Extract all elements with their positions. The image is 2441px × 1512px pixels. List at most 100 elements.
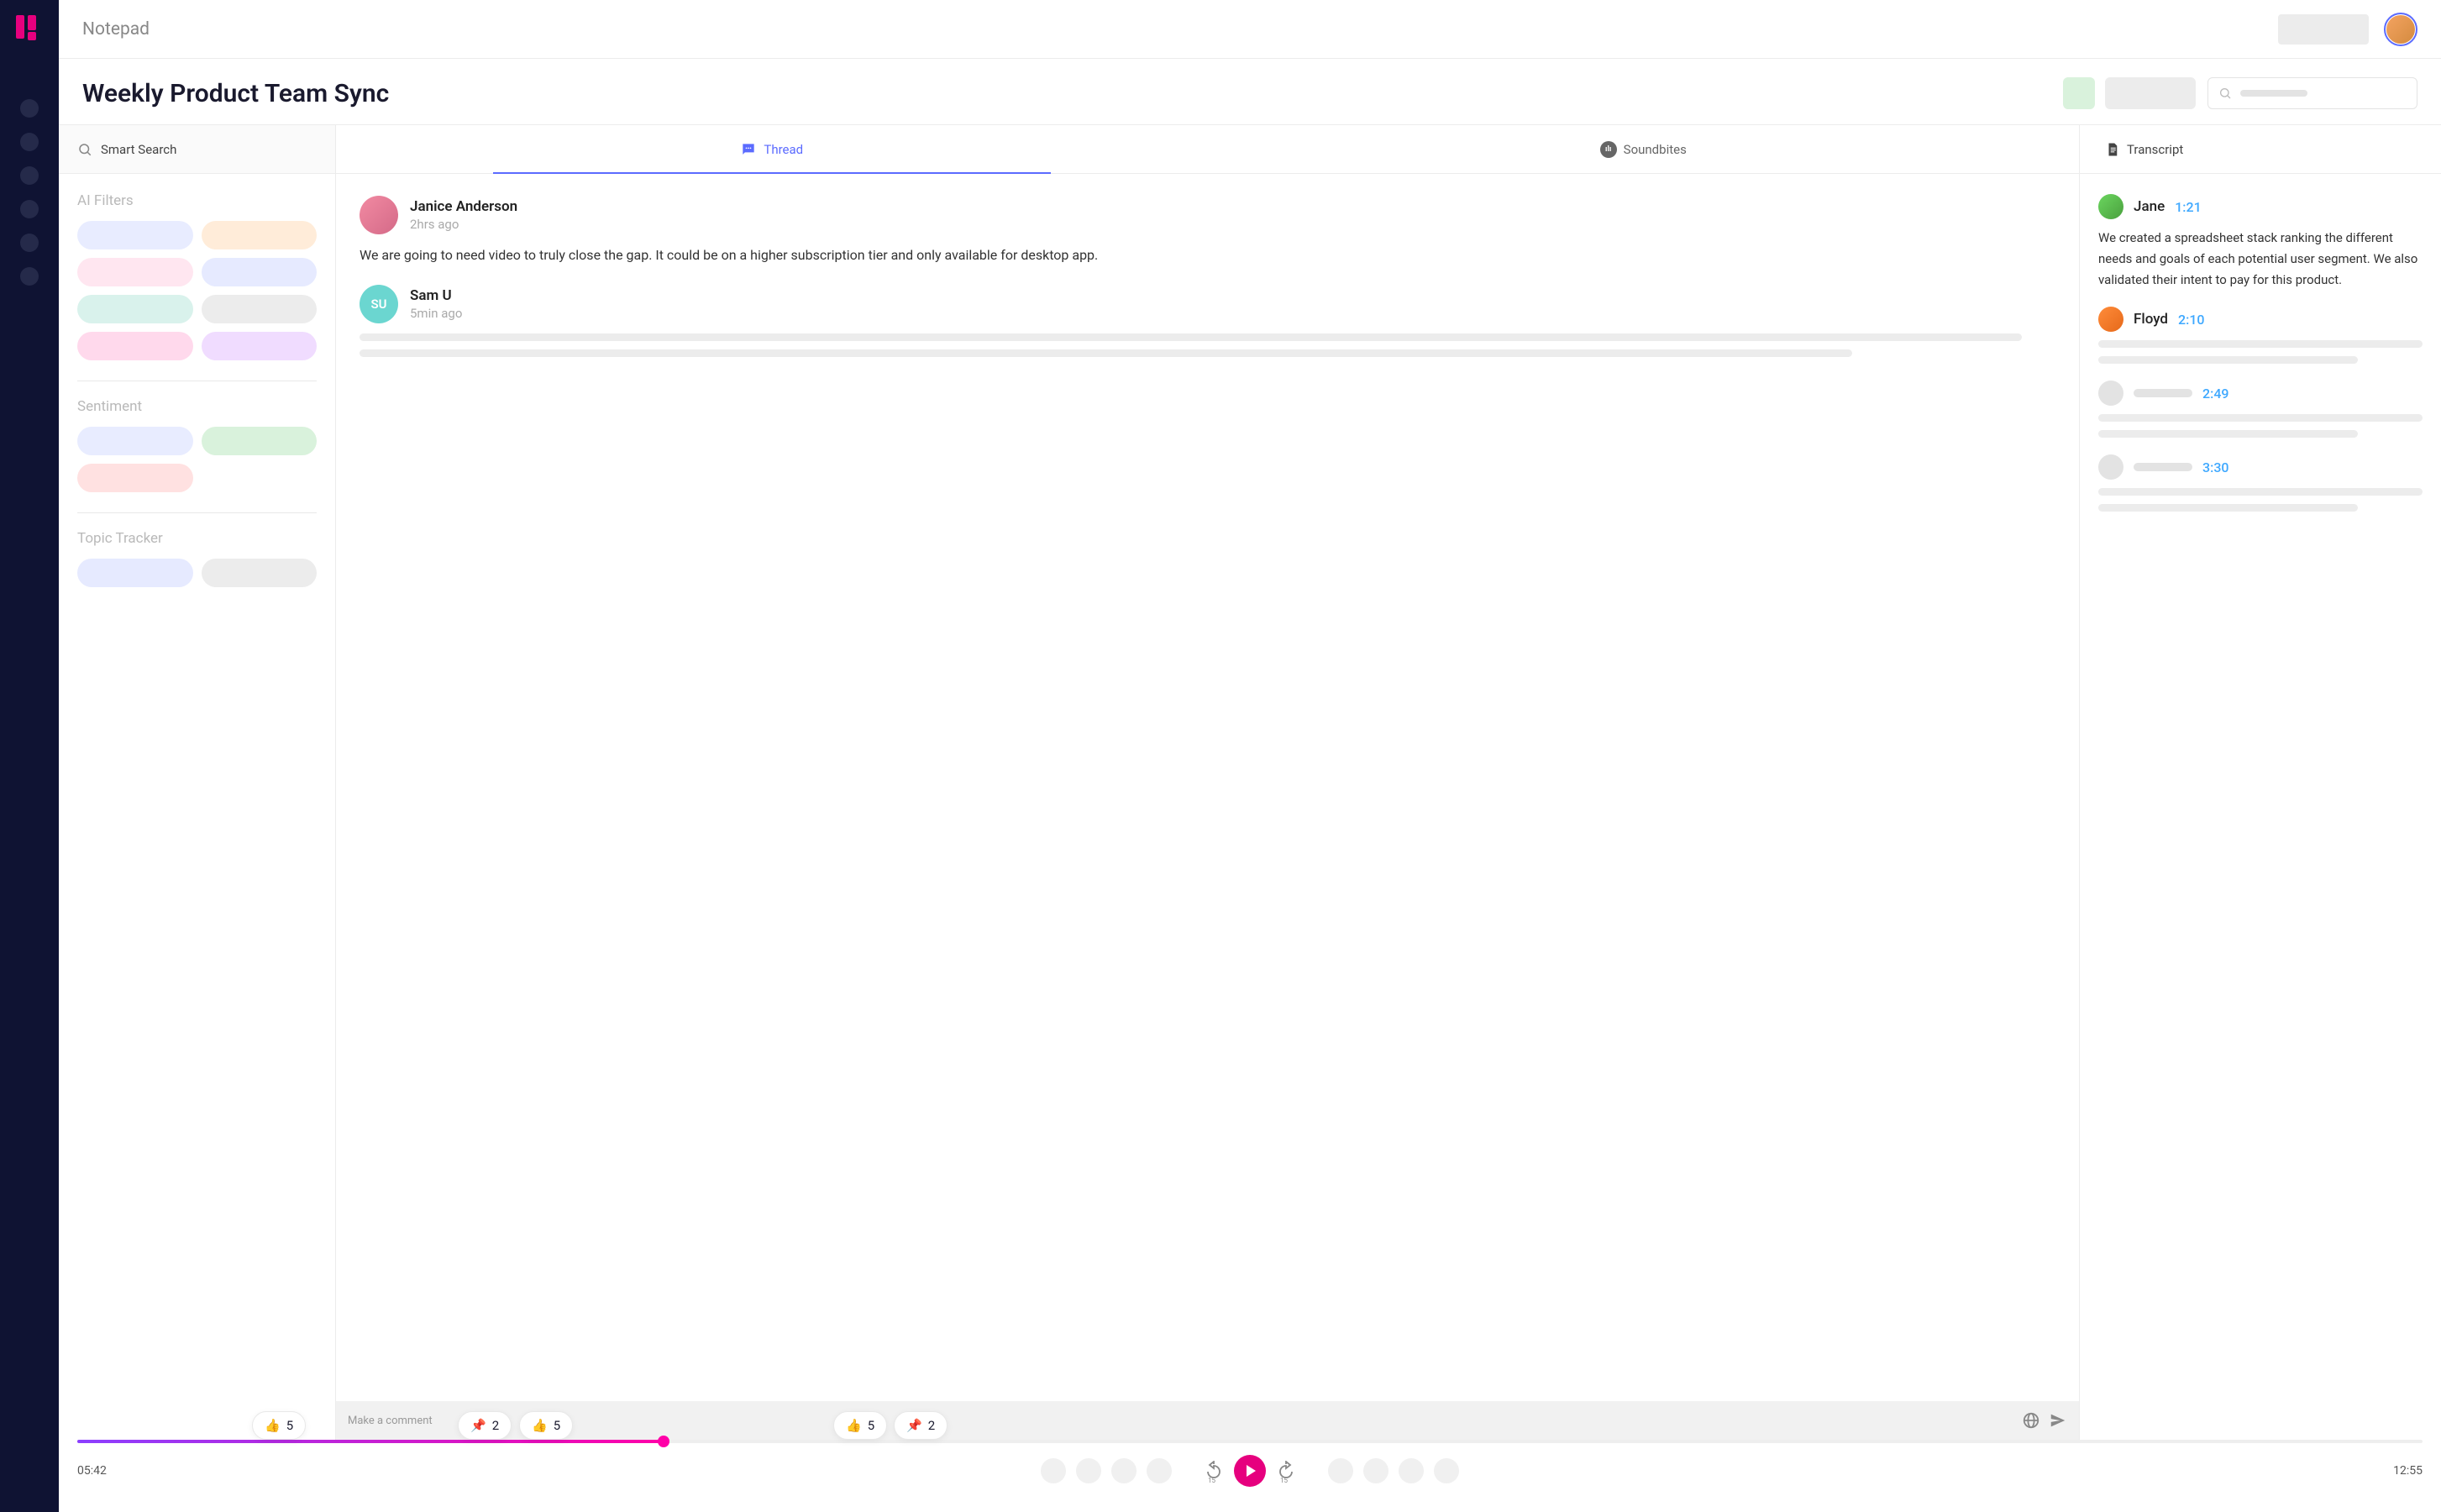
nav-item-2[interactable] [20, 133, 39, 151]
topic-chip[interactable] [77, 559, 193, 587]
right-panel: Transcript Jane1:21We created a spreadsh… [2080, 125, 2441, 1440]
left-panel: Smart Search AI Filters Sentiment Topic … [59, 125, 336, 1440]
progress-track[interactable] [77, 1440, 2423, 1443]
comment-input-bar[interactable]: Make a comment [336, 1401, 2079, 1440]
transcript-speaker: Floyd [2134, 311, 2168, 328]
pin-icon: 📌 [906, 1418, 922, 1433]
thread-post: Janice Anderson 2hrs ago We are going to n… [360, 196, 2055, 266]
nav-item-1[interactable] [20, 99, 39, 118]
ai-filter-chip[interactable] [77, 221, 193, 249]
transcript-entry: Jane1:21We created a spreadsheet stack r… [2098, 194, 2423, 290]
topbar-action-placeholder[interactable] [2278, 14, 2369, 45]
reaction-chip-thumb[interactable]: 👍 5 [833, 1411, 887, 1440]
ai-filter-chip[interactable] [202, 332, 318, 360]
user-avatar[interactable] [2384, 13, 2417, 46]
section-title: Notepad [82, 19, 150, 39]
duration-time: 12:55 [2393, 1464, 2423, 1478]
nav-item-5[interactable] [20, 234, 39, 252]
header-action-placeholder[interactable] [2105, 77, 2196, 109]
post-author: Janice Anderson [410, 198, 517, 215]
transcript-body: Jane1:21We created a spreadsheet stack r… [2080, 174, 2441, 1440]
skip-forward-button[interactable]: 15 [1276, 1461, 1296, 1481]
tab-transcript[interactable]: Transcript [2098, 125, 2190, 173]
app-logo[interactable] [16, 15, 43, 42]
content-area: Smart Search AI Filters Sentiment Topic … [59, 125, 2441, 1440]
header-status-chip[interactable] [2063, 77, 2095, 109]
player-control-placeholder[interactable] [1147, 1458, 1172, 1483]
player-control-placeholder[interactable] [1434, 1458, 1459, 1483]
skip-back-button[interactable]: 15 [1204, 1461, 1224, 1481]
ai-filter-chip[interactable] [202, 258, 318, 286]
thumbs-up-icon: 👍 [532, 1418, 548, 1433]
thread-post: SU Sam U 5min ago [360, 285, 2055, 357]
post-avatar[interactable] [360, 196, 398, 234]
sentiment-chip[interactable] [77, 427, 193, 455]
progress-handle[interactable] [77, 1440, 664, 1443]
topbar: Notepad [59, 0, 2441, 59]
center-tabs: Thread ılı Soundbites [336, 125, 2079, 174]
tab-soundbites[interactable]: ılı Soundbites [1208, 125, 2080, 173]
transcript-timestamp[interactable]: 1:21 [2175, 199, 2202, 215]
globe-icon[interactable] [2022, 1411, 2040, 1430]
smart-search[interactable]: Smart Search [59, 125, 335, 174]
player-control-placeholder[interactable] [1399, 1458, 1424, 1483]
current-time: 05:42 [77, 1464, 107, 1478]
transcript-avatar [2098, 381, 2123, 406]
player-control-placeholder[interactable] [1041, 1458, 1066, 1483]
audio-player: 05:42 15 15 [59, 1440, 2441, 1512]
thread-body: Janice Anderson 2hrs ago We are going to n… [336, 174, 2079, 1401]
thumbs-up-icon: 👍 [265, 1418, 281, 1433]
player-control-placeholder[interactable] [1076, 1458, 1101, 1483]
player-control-placeholder[interactable] [1111, 1458, 1137, 1483]
tab-thread[interactable]: Thread [336, 125, 1208, 173]
ai-filters-label: AI Filters [77, 192, 317, 209]
post-avatar[interactable]: SU [360, 285, 398, 323]
send-icon[interactable] [2049, 1411, 2067, 1430]
header-search[interactable] [2207, 77, 2417, 109]
player-control-placeholder[interactable] [1363, 1458, 1388, 1483]
post-timestamp: 5min ago [410, 306, 462, 321]
play-button[interactable] [1234, 1455, 1266, 1487]
page-header: Weekly Product Team Sync [59, 59, 2441, 125]
sidebar [0, 0, 59, 1512]
transcript-avatar [2098, 454, 2123, 480]
post-text: We are going to need video to truly clos… [360, 244, 2055, 266]
reaction-chip-thumb[interactable]: 👍 5 [252, 1411, 306, 1440]
transcript-entry: 2:49 [2098, 381, 2423, 438]
topic-tracker-label: Topic Tracker [77, 530, 317, 547]
nav-item-4[interactable] [20, 200, 39, 218]
document-icon [2105, 142, 2120, 157]
reaction-chip-pin[interactable]: 📌 2 [458, 1411, 512, 1440]
soundwave-icon: ılı [1600, 141, 1617, 158]
transcript-entry: 3:30 [2098, 454, 2423, 512]
reaction-chip-pin[interactable]: 📌 2 [894, 1411, 948, 1440]
center-panel: Thread ılı Soundbites Janice Anderson 2hr… [336, 125, 2080, 1440]
thumbs-up-icon: 👍 [846, 1418, 862, 1433]
post-author: Sam U [410, 287, 462, 304]
right-tabs: Transcript [2080, 125, 2441, 174]
topic-chip[interactable] [202, 559, 318, 587]
transcript-timestamp[interactable]: 3:30 [2202, 459, 2229, 475]
nav-item-3[interactable] [20, 166, 39, 185]
ai-filter-chip[interactable] [77, 295, 193, 323]
ai-filter-chip[interactable] [77, 332, 193, 360]
transcript-timestamp[interactable]: 2:10 [2178, 312, 2205, 328]
post-timestamp: 2hrs ago [410, 217, 517, 232]
ai-filter-chip[interactable] [202, 295, 318, 323]
ai-filter-chip[interactable] [77, 258, 193, 286]
tab-soundbites-label: Soundbites [1624, 142, 1687, 157]
pin-icon: 📌 [470, 1418, 486, 1433]
tab-thread-label: Thread [764, 142, 803, 157]
transcript-avatar [2098, 194, 2123, 219]
sentiment-chip[interactable] [202, 427, 318, 455]
sentiment-chip[interactable] [77, 464, 193, 492]
page-title: Weekly Product Team Sync [82, 79, 389, 108]
ai-filter-chip[interactable] [202, 221, 318, 249]
speech-bubble-icon [740, 141, 757, 158]
transcript-timestamp[interactable]: 2:49 [2202, 386, 2229, 402]
search-icon [2218, 87, 2232, 100]
nav-item-6[interactable] [20, 267, 39, 286]
player-control-placeholder[interactable] [1328, 1458, 1353, 1483]
transcript-avatar [2098, 307, 2123, 332]
reaction-chip-thumb[interactable]: 👍 5 [519, 1411, 573, 1440]
